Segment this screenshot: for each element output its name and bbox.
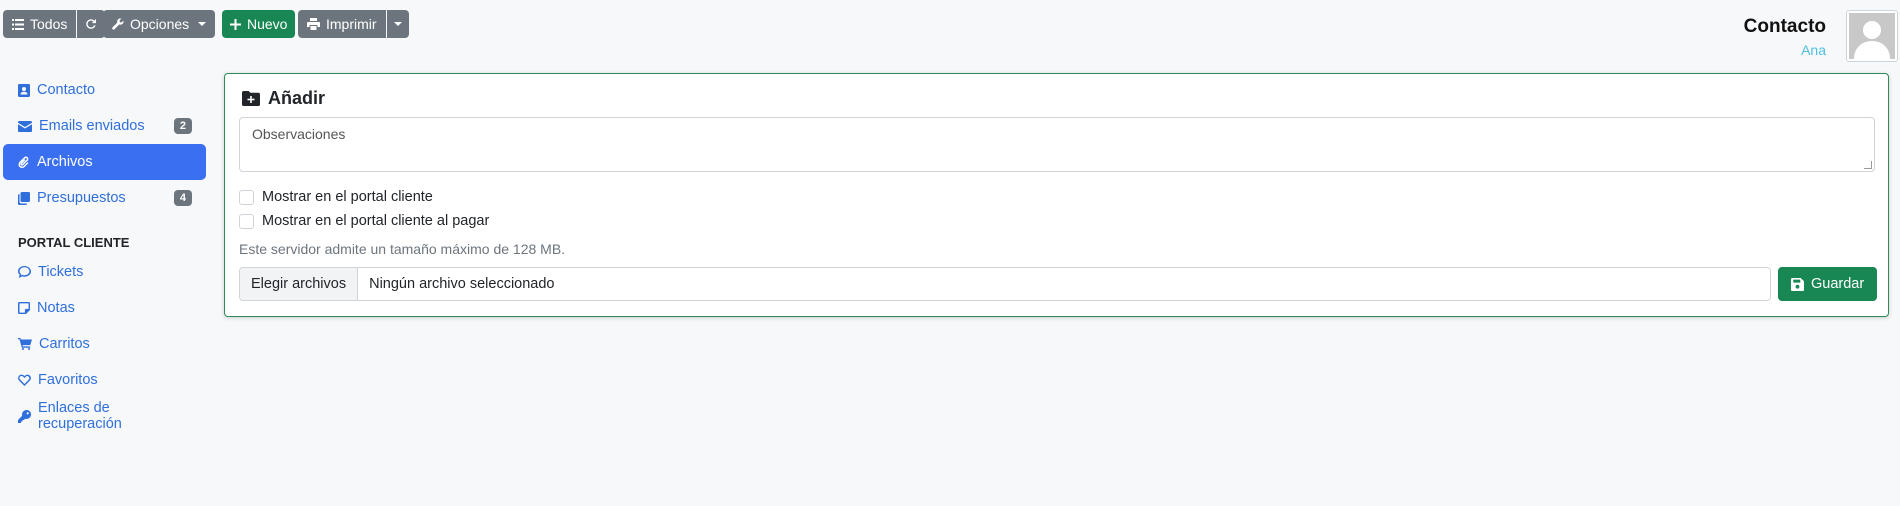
comment-icon (18, 266, 31, 278)
contact-name-link[interactable]: Ana (1744, 42, 1826, 58)
count-badge: 2 (173, 118, 192, 134)
list-icon (12, 18, 24, 30)
save-button-label: Guardar (1811, 276, 1865, 292)
copy-icon (18, 191, 30, 205)
paperclip-icon (18, 155, 29, 168)
options-dropdown[interactable]: Opciones (103, 10, 216, 38)
user-silhouette-icon (1849, 13, 1895, 59)
show-in-portal-checkbox[interactable] (239, 189, 254, 205)
sidebar-item-notes[interactable]: Notas (3, 290, 206, 326)
sidebar-item-files[interactable]: Archivos (3, 144, 206, 180)
floppy-disk-icon (1791, 277, 1804, 291)
sidebar-item-label: Tickets (38, 264, 84, 280)
show-in-portal-option[interactable]: Mostrar en el portal cliente (239, 189, 433, 205)
sidebar-item-label: Presupuestos (37, 190, 126, 206)
folder-plus-icon (242, 91, 260, 106)
sidebar-item-label: Notas (37, 300, 75, 316)
plus-icon (230, 18, 241, 30)
sidebar-item-sent-emails[interactable]: Emails enviados 2 (3, 108, 206, 144)
refresh-button[interactable] (77, 10, 106, 38)
portal-section-heading: PORTAL CLIENTE (18, 234, 130, 250)
print-group: Imprimir (298, 10, 409, 38)
print-button[interactable]: Imprimir (298, 10, 386, 38)
sidebar-item-label: Emails enviados (39, 118, 145, 134)
sidebar-item-label: Enlaces de recuperación (38, 400, 122, 432)
chevron-down-icon (393, 22, 402, 26)
envelope-icon (18, 120, 32, 132)
all-button-label: Todos (30, 16, 68, 32)
resize-handle[interactable] (1864, 161, 1872, 169)
observations-placeholder: Observaciones (252, 126, 346, 142)
all-button[interactable]: Todos (3, 10, 77, 38)
chevron-down-icon (198, 22, 207, 26)
refresh-icon (86, 18, 97, 29)
observations-textarea[interactable]: Observaciones (239, 117, 1875, 172)
sidebar-item-label: Favoritos (38, 372, 98, 388)
file-input[interactable]: Elegir archivos Ningún archivo seleccion… (239, 267, 1771, 301)
address-card-icon (18, 83, 30, 97)
show-in-portal-label: Mostrar en el portal cliente (262, 189, 433, 205)
show-in-portal-on-pay-label: Mostrar en el portal cliente al pagar (262, 213, 490, 229)
show-in-portal-on-pay-option[interactable]: Mostrar en el portal cliente al pagar (239, 213, 489, 229)
sidebar-item-label: Archivos (37, 154, 93, 170)
add-file-card: Añadir Observaciones Mostrar en el porta… (224, 73, 1889, 317)
printer-icon (307, 18, 320, 30)
new-button[interactable]: Nuevo (222, 10, 296, 38)
sidebar-item-contact[interactable]: Contacto (3, 72, 206, 108)
avatar[interactable] (1846, 10, 1898, 62)
card-title: Añadir (242, 88, 325, 109)
print-label: Imprimir (326, 16, 377, 32)
page-header: Contacto Ana (1744, 16, 1826, 58)
note-icon (18, 302, 30, 314)
list-toolbar-group: Todos (3, 10, 106, 38)
choose-files-button[interactable]: Elegir archivos (240, 268, 359, 300)
options-label: Opciones (130, 16, 190, 32)
selected-file-name: Ningún archivo seleccionado (369, 276, 555, 292)
sidebar-item-carts[interactable]: Carritos (3, 326, 206, 362)
save-button[interactable]: Guardar (1778, 267, 1878, 301)
sidebar-item-tickets[interactable]: Tickets (3, 254, 206, 290)
card-title-text: Añadir (268, 88, 326, 108)
sidebar-item-recovery-links[interactable]: Enlaces de recuperación (3, 398, 206, 434)
wrench-icon (112, 18, 124, 30)
sidebar: Contacto Emails enviados 2 Archivos Pres… (3, 72, 206, 434)
show-in-portal-on-pay-checkbox[interactable] (239, 213, 254, 229)
sidebar-item-quotes[interactable]: Presupuestos 4 (3, 180, 206, 216)
heart-icon (18, 374, 31, 386)
print-dropdown-toggle[interactable] (386, 10, 409, 38)
cart-icon (18, 338, 32, 350)
key-icon (18, 409, 31, 423)
page-title: Contacto (1743, 16, 1826, 37)
sidebar-item-label: Contacto (37, 82, 96, 98)
max-size-info: Este servidor admite un tamaño máximo de… (239, 241, 566, 257)
sidebar-item-favorites[interactable]: Favoritos (3, 362, 206, 398)
count-badge: 4 (173, 190, 192, 206)
sidebar-item-label: Carritos (39, 336, 90, 352)
new-button-label: Nuevo (247, 16, 288, 32)
